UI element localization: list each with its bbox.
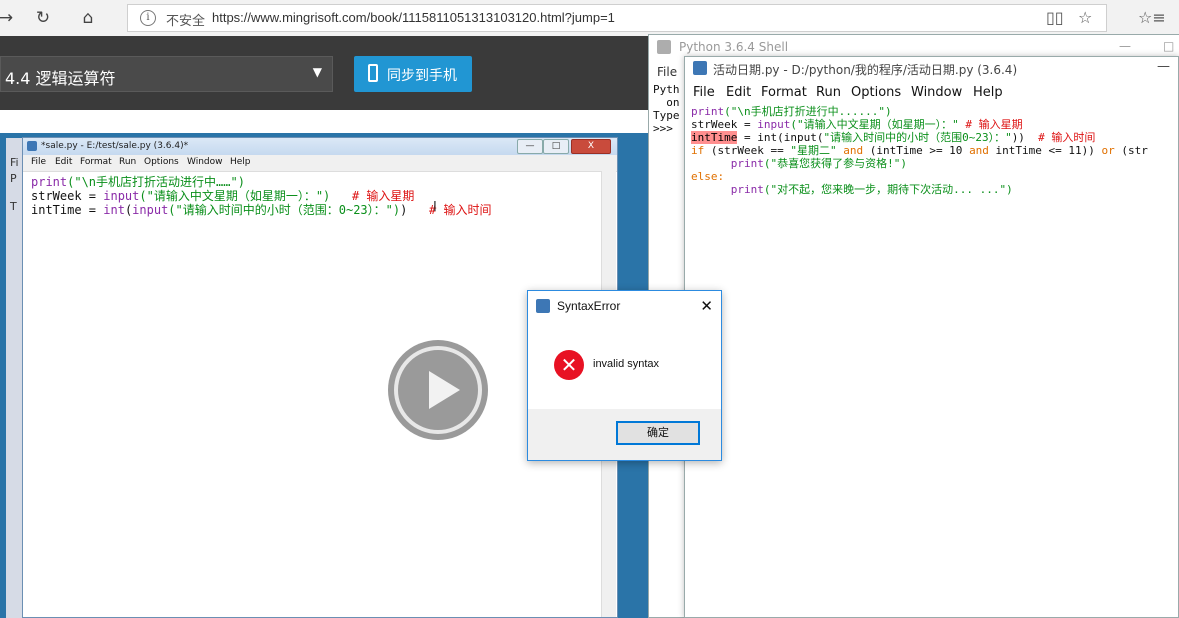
minimize-button[interactable]: — [1157,59,1170,74]
menu-window[interactable]: Window [911,85,962,100]
shell-menubar: File [649,59,689,83]
menu-format[interactable]: Format [761,85,807,100]
sale-window-title: *sale.py - E:/test/sale.py (3.6.4)* [41,141,189,151]
security-label: 不安全 [166,14,206,29]
text-cursor-icon: I [433,200,437,215]
error-message: invalid syntax [593,358,660,370]
info-icon[interactable]: i [140,10,156,26]
sale-menubar: File Edit Format Run Options Window Help [23,155,617,172]
syntax-error-dialog: SyntaxError ✕ ✕ invalid syntax 确定 [527,290,722,461]
course-toolbar: 4.4 逻辑运算符 ▼ 同步到手机 [0,36,660,110]
reading-view-icon[interactable]: ▯▯ [1046,8,1064,27]
maximize-button[interactable]: □ [543,139,569,154]
play-button[interactable] [388,340,488,440]
back-window-text: T [10,200,17,213]
chapter-label: 4.4 逻辑运算符 [5,69,116,88]
back-icon[interactable]: → [0,6,18,30]
menu-edit[interactable]: Edit [55,157,72,167]
sale-window-titlebar[interactable]: *sale.py - E:/test/sale.py (3.6.4)* — □ … [23,138,617,155]
chevron-down-icon: ▼ [312,65,322,79]
favorites-hub-icon[interactable]: ☆≡ [1138,8,1166,27]
activity-titlebar[interactable]: 活动日期.py - D:/python/我的程序/活动日期.py (3.6.4)… [685,57,1179,81]
minimize-button[interactable]: — [1119,39,1131,53]
shell-output[interactable]: Pyth on Type >>> [653,83,680,135]
activity-menubar: File Edit Format Run Options Window Help [685,81,1178,103]
error-icon: ✕ [554,350,584,380]
menu-window[interactable]: Window [187,157,223,167]
activity-window-title: 活动日期.py - D:/python/我的程序/活动日期.py (3.6.4) [713,63,1018,77]
menu-run[interactable]: Run [119,157,136,167]
menu-format[interactable]: Format [80,157,112,167]
dialog-footer: 确定 [528,409,721,460]
minimize-button[interactable]: — [517,139,543,154]
url-text[interactable]: https://www.mingrisoft.com/book/11158110… [212,10,615,25]
address-bar[interactable]: i 不安全 https://www.mingrisoft.com/book/11… [127,4,1107,32]
background-window-edge: Fi P T [6,138,23,618]
phone-icon [368,64,378,82]
back-window-text: P [10,172,17,185]
reload-icon[interactable]: ↻ [31,6,55,30]
python-icon [693,61,707,75]
menu-edit[interactable]: Edit [726,85,751,100]
favorite-star-icon[interactable]: ☆ [1078,8,1092,27]
shell-title: Python 3.6.4 Shell [679,40,789,54]
python-icon [27,141,37,151]
menu-options[interactable]: Options [144,157,179,167]
menu-run[interactable]: Run [816,85,841,100]
dialog-titlebar[interactable]: SyntaxError ✕ [528,291,721,321]
sync-button-label: 同步到手机 [387,68,457,84]
menu-file[interactable]: File [693,85,715,100]
python-icon [536,299,550,313]
back-window-menu: Fi [10,156,19,169]
python-icon [657,40,671,54]
dialog-title: SyntaxError [557,299,621,313]
code-line[interactable]: intTime = int(input("请输入时间中的小时（范围：0~23）：… [31,201,491,218]
home-icon[interactable]: ⌂ [76,6,100,30]
syntax-error-highlight: intTime [691,131,738,144]
maximize-button[interactable]: □ [1163,39,1174,53]
close-button[interactable]: X [571,139,611,154]
sync-to-phone-button[interactable]: 同步到手机 [354,56,472,92]
menu-file[interactable]: File [31,157,46,167]
menu-file[interactable]: File [657,65,677,79]
menu-help[interactable]: Help [230,157,251,167]
play-icon [429,371,460,409]
menu-options[interactable]: Options [851,85,901,100]
chapter-select[interactable]: 4.4 逻辑运算符 ▼ [0,56,333,92]
close-icon[interactable]: ✕ [700,297,713,315]
menu-help[interactable]: Help [973,85,1003,100]
browser-toolbar: → ↻ ⌂ i 不安全 https://www.mingrisoft.com/b… [0,0,1179,37]
activity-editor-window: 活动日期.py - D:/python/我的程序/活动日期.py (3.6.4)… [684,56,1179,618]
activity-code[interactable]: print("\n手机店打折进行中......") strWeek = inpu… [691,105,1148,196]
ok-button[interactable]: 确定 [616,421,700,445]
